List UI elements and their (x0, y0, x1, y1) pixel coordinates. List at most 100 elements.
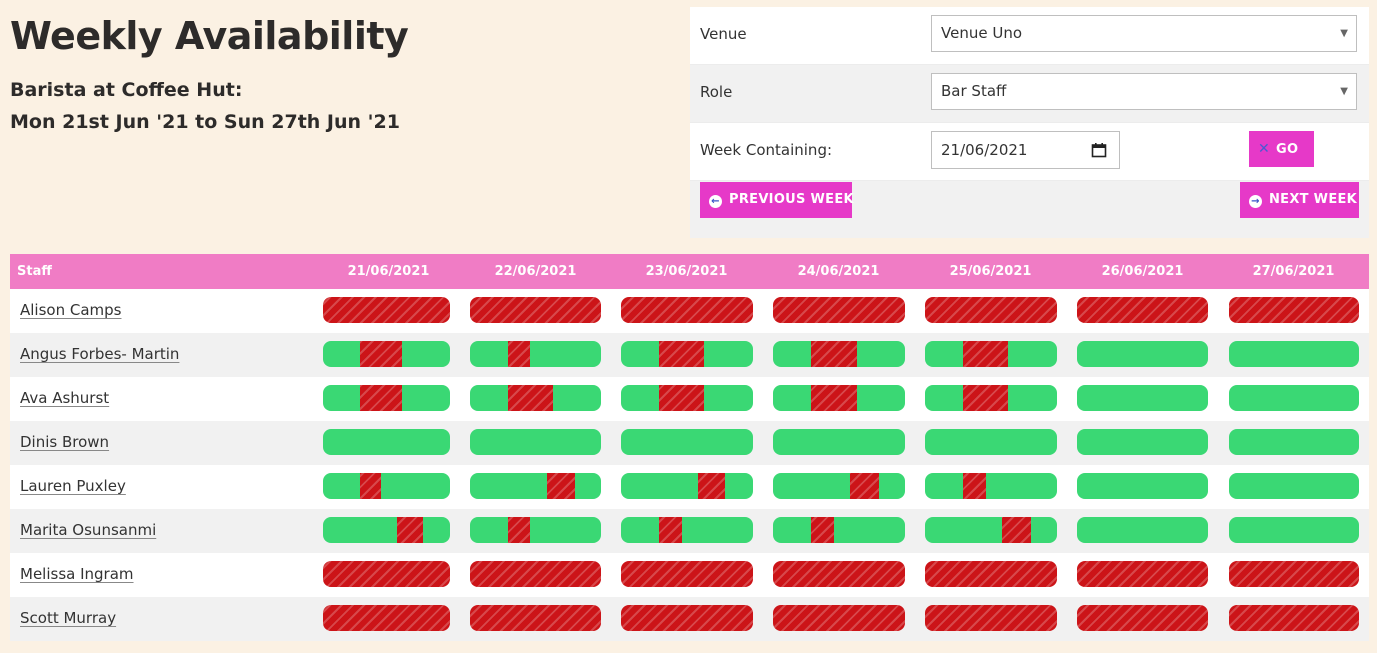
availability-bar[interactable] (1077, 517, 1208, 543)
availability-bar-unavailable[interactable] (773, 297, 905, 323)
availability-bar-unavailable[interactable] (323, 605, 450, 631)
unavailable-segment (659, 385, 705, 411)
unavailable-segment (849, 473, 879, 499)
unavailable-segment (359, 473, 382, 499)
staff-name-link[interactable]: Ava Ashurst (20, 389, 109, 407)
availability-bar-unavailable[interactable] (470, 605, 601, 631)
availability-grid: Staff 21/06/2021 22/06/2021 23/06/2021 2… (10, 254, 1369, 641)
availability-bar-unavailable[interactable] (773, 605, 905, 631)
staff-row: Marita Osunsanmi (10, 509, 1369, 553)
availability-bar[interactable] (773, 517, 905, 543)
availability-bar-unavailable[interactable] (470, 297, 601, 323)
availability-bar[interactable] (1229, 517, 1359, 543)
availability-bar-unavailable[interactable] (621, 605, 753, 631)
week-nav-row: ← PREVIOUS WEEK → NEXT WEEK (690, 181, 1369, 238)
date-column-header: 21/06/2021 (347, 264, 430, 279)
availability-bar-unavailable[interactable] (470, 561, 601, 587)
staff-row: Lauren Puxley (10, 465, 1369, 509)
availability-bar[interactable] (621, 341, 753, 367)
availability-bar[interactable] (773, 341, 905, 367)
arrow-left-circle-icon: ← (709, 195, 722, 208)
availability-bar-unavailable[interactable] (1229, 561, 1359, 587)
availability-bar[interactable] (323, 517, 450, 543)
cross-icon: ✕ (1258, 141, 1271, 157)
availability-bar[interactable] (925, 517, 1057, 543)
availability-bar[interactable] (1229, 385, 1359, 411)
availability-bar-unavailable[interactable] (1229, 605, 1359, 631)
unavailable-segment (963, 385, 1009, 411)
page-title: Weekly Availability (10, 14, 409, 58)
staff-name-link[interactable]: Lauren Puxley (20, 477, 126, 495)
availability-bar-unavailable[interactable] (323, 297, 450, 323)
availability-bar[interactable] (470, 341, 601, 367)
availability-bar[interactable] (621, 517, 753, 543)
availability-bar[interactable] (925, 341, 1057, 367)
availability-bar-unavailable[interactable] (323, 561, 450, 587)
role-select[interactable]: Bar Staff ▼ (931, 73, 1357, 110)
availability-bar[interactable] (1077, 341, 1208, 367)
availability-bar[interactable] (1229, 341, 1359, 367)
date-column-header: 22/06/2021 (494, 264, 577, 279)
availability-bar-unavailable[interactable] (1229, 297, 1359, 323)
availability-bar-unavailable[interactable] (1077, 561, 1208, 587)
availability-bar-unavailable[interactable] (925, 297, 1057, 323)
availability-bar[interactable] (1077, 473, 1208, 499)
staff-name-link[interactable]: Angus Forbes- Martin (20, 345, 179, 363)
availability-bar[interactable] (1077, 429, 1208, 455)
staff-name-link[interactable]: Dinis Brown (20, 433, 109, 451)
availability-bar-unavailable[interactable] (621, 297, 753, 323)
filter-panel: Venue Venue Uno ▼ Role Bar Staff ▼ Week … (690, 7, 1369, 238)
availability-bar-unavailable[interactable] (621, 561, 753, 587)
availability-bar[interactable] (925, 385, 1057, 411)
availability-bar[interactable] (773, 429, 905, 455)
availability-bar[interactable] (621, 473, 753, 499)
availability-bar[interactable] (1229, 473, 1359, 499)
availability-bar[interactable] (925, 473, 1057, 499)
availability-bar[interactable] (470, 473, 601, 499)
previous-week-button[interactable]: ← PREVIOUS WEEK (700, 182, 854, 218)
staff-name-link[interactable]: Scott Murray (20, 609, 116, 627)
previous-week-label: PREVIOUS WEEK (729, 192, 854, 207)
availability-bar[interactable] (621, 385, 753, 411)
availability-bar[interactable] (1077, 385, 1208, 411)
availability-bar-unavailable[interactable] (925, 561, 1057, 587)
availability-bar[interactable] (1229, 429, 1359, 455)
availability-bar-unavailable[interactable] (925, 605, 1057, 631)
availability-bar[interactable] (323, 429, 450, 455)
availability-bar-unavailable[interactable] (773, 561, 905, 587)
calendar-icon[interactable] (1091, 142, 1107, 158)
availability-bar[interactable] (323, 341, 450, 367)
next-week-button[interactable]: → NEXT WEEK (1240, 182, 1359, 218)
availability-bar-unavailable[interactable] (1077, 605, 1208, 631)
availability-bar[interactable] (773, 385, 905, 411)
staff-row: Alison Camps (10, 289, 1369, 333)
availability-bar[interactable] (925, 429, 1057, 455)
availability-bar[interactable] (470, 429, 601, 455)
next-week-label: NEXT WEEK (1269, 192, 1358, 207)
availability-bar[interactable] (773, 473, 905, 499)
venue-select[interactable]: Venue Uno ▼ (931, 15, 1357, 52)
staff-name-link[interactable]: Melissa Ingram (20, 565, 134, 583)
availability-bar[interactable] (323, 473, 450, 499)
availability-bar[interactable] (470, 517, 601, 543)
subtitle-week-range: Mon 21st Jun '21 to Sun 27th Jun '21 (10, 111, 400, 133)
staff-name-link[interactable]: Marita Osunsanmi (20, 521, 156, 539)
availability-bar[interactable] (323, 385, 450, 411)
grid-body: Alison Camps Angus Forbes- Martin Ava Ashu… (10, 289, 1369, 641)
staff-name-link[interactable]: Alison Camps (20, 301, 121, 319)
staff-row: Ava Ashurst (10, 377, 1369, 421)
staff-row: Scott Murray (10, 597, 1369, 641)
availability-bar[interactable] (470, 385, 601, 411)
week-date-input[interactable]: 21/06/2021 (931, 131, 1120, 169)
subtitle-role: Barista at Coffee Hut: (10, 79, 243, 101)
role-select-value: Bar Staff (941, 82, 1007, 100)
unavailable-segment (963, 341, 1009, 367)
unavailable-segment (697, 473, 726, 499)
availability-bar[interactable] (621, 429, 753, 455)
go-button[interactable]: ✕ GO (1249, 131, 1314, 167)
arrow-right-circle-icon: → (1249, 195, 1262, 208)
availability-bar-unavailable[interactable] (1077, 297, 1208, 323)
staff-row: Melissa Ingram (10, 553, 1369, 597)
staff-column-header: Staff (17, 264, 52, 279)
unavailable-segment (507, 341, 531, 367)
